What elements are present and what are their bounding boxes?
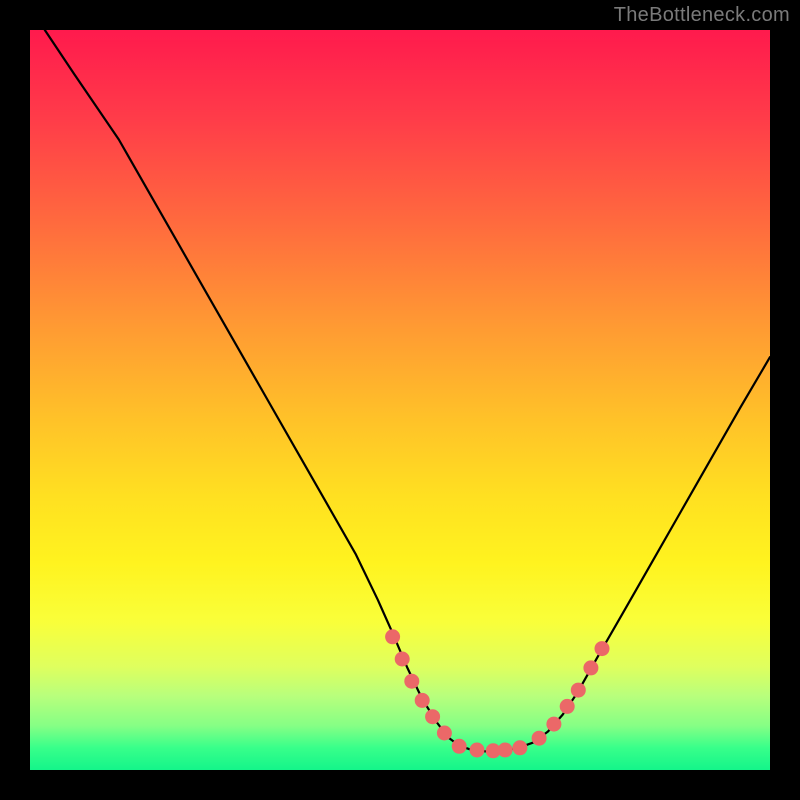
data-dot [470,743,485,758]
data-dot [546,717,561,732]
data-dot [425,709,440,724]
data-dot [583,660,598,675]
data-dot [512,740,527,755]
chart-stage: TheBottleneck.com [0,0,800,800]
plot-area [30,30,770,770]
chart-overlay [30,30,770,770]
data-dot [404,674,419,689]
data-dot [395,652,410,667]
bottleneck-curve [45,30,770,752]
data-dot [560,699,575,714]
data-dot [595,641,610,656]
data-dot [415,693,430,708]
data-dot [385,629,400,644]
attribution-text: TheBottleneck.com [614,4,790,27]
data-dot [498,743,513,758]
data-dot [437,726,452,741]
data-dot [452,739,467,754]
data-dot [532,731,547,746]
data-dot [571,683,586,698]
dots-group [385,629,609,758]
